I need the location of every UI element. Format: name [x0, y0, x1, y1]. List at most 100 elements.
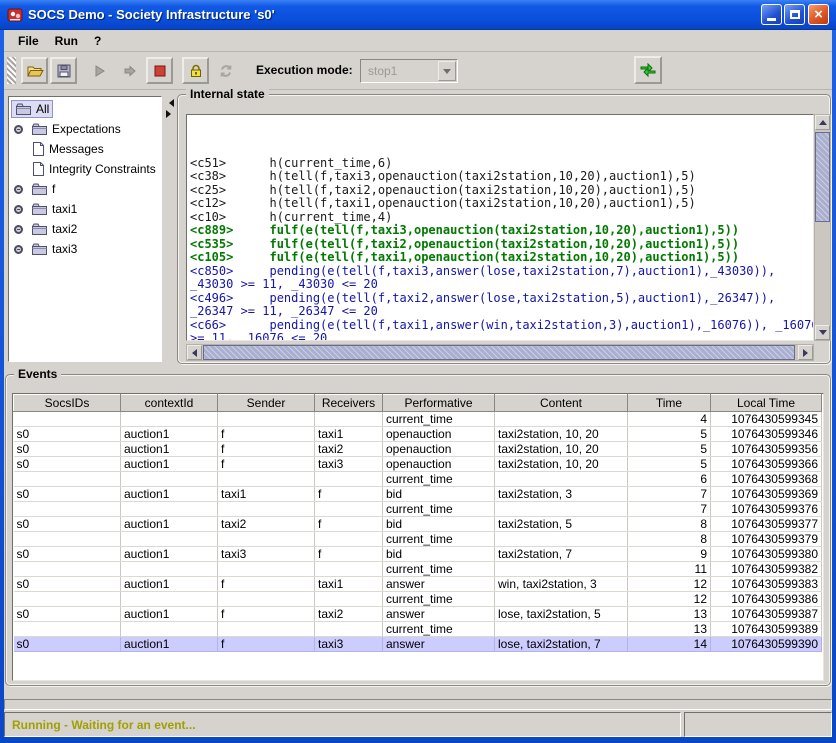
scroll-right-button[interactable]: [798, 345, 813, 360]
open-icon: [26, 63, 44, 79]
app-icon: [7, 7, 23, 23]
play-icon: [92, 63, 108, 79]
events-table: SocsIDscontextIdSenderReceiversPerformat…: [13, 394, 822, 652]
table-row[interactable]: s0 auction1 taxi2 f bid taxi2station, 5 …: [14, 517, 822, 532]
cell-sender: f: [218, 577, 315, 592]
window-title: SOCS Demo - Society Infrastructure 's0': [28, 7, 275, 22]
tree-expand-handle[interactable]: [14, 245, 23, 254]
cell-time: 8: [628, 532, 711, 547]
cell-content: [495, 412, 628, 427]
tree-item[interactable]: taxi2: [9, 219, 161, 239]
save-button[interactable]: [50, 57, 77, 84]
cell-time: 5: [628, 427, 711, 442]
table-row[interactable]: current_time 7 1076430599376: [14, 502, 822, 517]
tree-item[interactable]: taxi1: [9, 199, 161, 219]
cell-sender: [218, 532, 315, 547]
internal-state-title: Internal state: [186, 87, 269, 101]
table-row[interactable]: current_time 11 1076430599382: [14, 562, 822, 577]
tree-item-label: taxi1: [52, 202, 77, 216]
tree-item[interactable]: f: [9, 179, 161, 199]
collapse-left-icon[interactable]: [165, 99, 174, 107]
column-header[interactable]: Content: [495, 395, 628, 412]
internal-state-line: >= 11, _16076 <= 20: [190, 332, 813, 341]
internal-state-text[interactable]: <c51> h(current_time,6)<c38> h(tell(f,ta…: [186, 114, 814, 341]
open-button[interactable]: [21, 57, 48, 84]
table-row[interactable]: s0 auction1 f taxi1 answer win, taxi2sta…: [14, 577, 822, 592]
table-row[interactable]: s0 auction1 taxi3 f bid taxi2station, 7 …: [14, 547, 822, 562]
tree-item-label: Integrity Constraints: [49, 162, 156, 176]
tree-item-label: Expectations: [52, 122, 121, 136]
execution-mode-select: stop1: [360, 59, 458, 83]
close-button[interactable]: ×: [808, 4, 829, 25]
menu-item[interactable]: File: [10, 32, 47, 50]
vertical-scrollbar[interactable]: [814, 114, 831, 341]
table-row[interactable]: s0 auction1 f taxi2 openauction taxi2sta…: [14, 442, 822, 457]
cell-receivers: [315, 472, 383, 487]
cell-receivers: taxi2: [315, 442, 383, 457]
column-header[interactable]: SocsIDs: [14, 395, 121, 412]
cell-time: 12: [628, 592, 711, 607]
agent-tree: All Expectations: [8, 96, 162, 362]
cell-content: [495, 622, 628, 637]
table-row[interactable]: s0 auction1 f taxi3 answer lose, taxi2st…: [14, 637, 822, 652]
tree-item[interactable]: taxi3: [9, 239, 161, 259]
cell-contextid: [121, 592, 218, 607]
table-row[interactable]: current_time 4 1076430599345: [14, 412, 822, 427]
menu-item[interactable]: Run: [47, 32, 86, 50]
table-row[interactable]: current_time 8 1076430599379: [14, 532, 822, 547]
scroll-up-button[interactable]: [815, 115, 830, 130]
scroll-down-button[interactable]: [815, 325, 830, 340]
table-row[interactable]: s0 auction1 taxi1 f bid taxi2station, 3 …: [14, 487, 822, 502]
tree-item[interactable]: Messages: [9, 139, 161, 159]
scroll-left-button[interactable]: [187, 345, 202, 360]
tree-item[interactable]: Expectations: [9, 119, 161, 139]
maximize-button[interactable]: [784, 4, 805, 25]
horizontal-scrollbar[interactable]: [186, 344, 814, 361]
menu-item[interactable]: ?: [86, 32, 109, 50]
column-header[interactable]: Receivers: [315, 395, 383, 412]
column-header[interactable]: Performative: [383, 395, 495, 412]
table-row[interactable]: s0 auction1 f taxi1 openauction taxi2sta…: [14, 427, 822, 442]
transfer-button[interactable]: [634, 56, 662, 84]
table-row[interactable]: current_time 6 1076430599368: [14, 472, 822, 487]
cell-content: [495, 532, 628, 547]
transfer-icon: [640, 62, 656, 78]
tree-item-label: All: [36, 102, 49, 116]
horizontal-scrollbar-thumb[interactable]: [203, 345, 795, 360]
client-area: FileRun? Execution m: [4, 30, 832, 737]
cell-performative: openauction: [383, 457, 495, 472]
cell-content: taxi2station, 5: [495, 517, 628, 532]
refresh-button: [212, 57, 239, 84]
status-bar: Running - Waiting for an event...: [4, 712, 681, 737]
cell-socsid: s0: [14, 487, 121, 502]
column-header[interactable]: Time: [628, 395, 711, 412]
minimize-button[interactable]: [761, 4, 782, 25]
cell-socsid: [14, 592, 121, 607]
column-header[interactable]: Sender: [218, 395, 315, 412]
tree-expand-handle[interactable]: [14, 185, 23, 194]
cell-performative: openauction: [383, 442, 495, 457]
cell-contextid: [121, 502, 218, 517]
table-row[interactable]: current_time 13 1076430599389: [14, 622, 822, 637]
column-header[interactable]: contextId: [121, 395, 218, 412]
tree-expand-handle[interactable]: [14, 225, 23, 234]
cell-local-time: 1076430599379: [711, 532, 822, 547]
cell-receivers: [315, 502, 383, 517]
tree-expand-handle[interactable]: [14, 205, 23, 214]
cell-socsid: s0: [14, 427, 121, 442]
split-divider[interactable]: [163, 96, 175, 362]
folder-icon: [31, 182, 48, 196]
toolbar-grip[interactable]: [7, 57, 16, 84]
table-row[interactable]: s0 auction1 f taxi3 openauction taxi2sta…: [14, 457, 822, 472]
tree-item[interactable]: Integrity Constraints: [9, 159, 161, 179]
stop-button[interactable]: [146, 57, 173, 84]
lock-button[interactable]: [182, 57, 209, 84]
vertical-scrollbar-thumb[interactable]: [815, 132, 830, 222]
table-row[interactable]: current_time 12 1076430599386: [14, 592, 822, 607]
collapse-right-icon[interactable]: [166, 110, 175, 118]
table-row[interactable]: s0 auction1 f taxi2 answer lose, taxi2st…: [14, 607, 822, 622]
column-header[interactable]: Local Time: [711, 395, 822, 412]
tree-item[interactable]: All: [9, 99, 161, 119]
internal-state-line: <c25> h(tell(f,taxi2,openauction(taxi2st…: [190, 184, 813, 198]
tree-expand-handle[interactable]: [14, 125, 23, 134]
